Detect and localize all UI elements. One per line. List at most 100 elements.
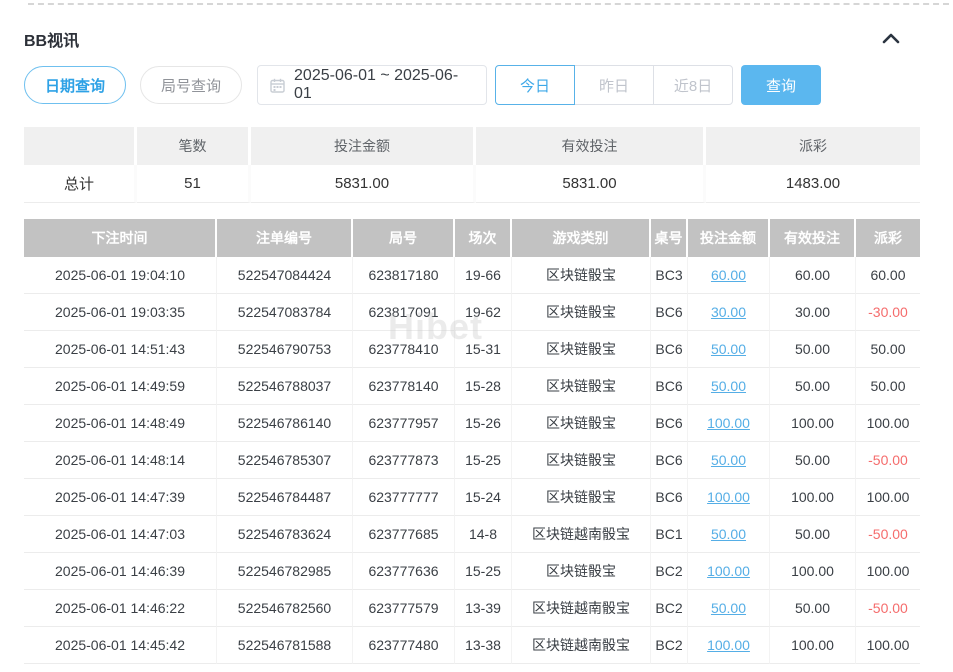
- table-number-cell: BC1: [651, 516, 688, 553]
- chevron-up-icon: [882, 32, 900, 47]
- date-range-input[interactable]: 2025-06-01 ~ 2025-06-01: [257, 65, 487, 105]
- table-number-cell: BC6: [651, 442, 688, 479]
- round-number-cell: 623777480: [353, 627, 455, 664]
- summary-header-blank: [24, 127, 137, 165]
- game-type-cell: 区块链骰宝: [512, 553, 651, 590]
- bet-time-cell: 2025-06-01 14:47:03: [24, 516, 217, 553]
- table-number-cell: BC6: [651, 368, 688, 405]
- table-row: 2025-06-01 19:04:10 522547084424 6238171…: [24, 257, 920, 294]
- bet-amount-link[interactable]: 50.00: [711, 378, 746, 394]
- game-type-cell: 区块链越南骰宝: [512, 590, 651, 627]
- game-type-cell: 区块链骰宝: [512, 368, 651, 405]
- bet-amount-link[interactable]: 50.00: [711, 526, 746, 542]
- summary-table: 笔数 投注金额 有效投注 派彩 总计 51 5831.00 5831.00 14…: [24, 127, 920, 203]
- quick-last8days-button[interactable]: 近8日: [653, 65, 733, 105]
- col-header-bet-time: 下注时间: [24, 219, 217, 257]
- bet-time-cell: 2025-06-01 19:03:35: [24, 294, 217, 331]
- quick-yesterday-button[interactable]: 昨日: [574, 65, 654, 105]
- summary-valid-bet: 5831.00: [476, 165, 706, 203]
- bet-amount-link[interactable]: 100.00: [707, 563, 750, 579]
- bet-amount-link[interactable]: 50.00: [711, 600, 746, 616]
- table-row: 2025-06-01 14:49:59 522546788037 6237781…: [24, 368, 920, 405]
- date-query-tab[interactable]: 日期查询: [24, 66, 126, 104]
- table-number-cell: BC6: [651, 479, 688, 516]
- payout-cell: -30.00: [856, 294, 920, 331]
- valid-bet-cell: 60.00: [770, 257, 856, 294]
- bet-time-cell: 2025-06-01 14:48:49: [24, 405, 217, 442]
- round-number-cell: 623778140: [353, 368, 455, 405]
- page-title: BB视讯: [24, 27, 79, 51]
- bet-id-cell: 522547084424: [217, 257, 353, 294]
- bet-id-cell: 522547083784: [217, 294, 353, 331]
- table-number-cell: BC2: [651, 590, 688, 627]
- summary-row: 总计 51 5831.00 5831.00 1483.00: [24, 165, 920, 203]
- valid-bet-cell: 50.00: [770, 590, 856, 627]
- bet-time-cell: 2025-06-01 14:51:43: [24, 331, 217, 368]
- quick-today-button[interactable]: 今日: [495, 65, 575, 105]
- session-cell: 15-25: [455, 553, 512, 590]
- bet-amount-link[interactable]: 100.00: [707, 415, 750, 431]
- filter-bar: 日期查询 局号查询 2025-06-01 ~ 2025-06-01 今日 昨日 …: [24, 65, 953, 105]
- col-header-round: 局号: [353, 219, 455, 257]
- bet-time-cell: 2025-06-01 14:46:39: [24, 553, 217, 590]
- game-type-cell: 区块链越南骰宝: [512, 516, 651, 553]
- valid-bet-cell: 100.00: [770, 627, 856, 664]
- table-row: 2025-06-01 14:46:22 522546782560 6237775…: [24, 590, 920, 627]
- bet-amount-cell: 60.00: [688, 257, 770, 294]
- game-type-cell: 区块链骰宝: [512, 257, 651, 294]
- bet-time-cell: 2025-06-01 14:49:59: [24, 368, 217, 405]
- table-row: 2025-06-01 14:47:39 522546784487 6237777…: [24, 479, 920, 516]
- bet-amount-cell: 50.00: [688, 331, 770, 368]
- date-range-value: 2025-06-01 ~ 2025-06-01: [294, 67, 474, 103]
- session-cell: 13-39: [455, 590, 512, 627]
- session-cell: 19-62: [455, 294, 512, 331]
- bet-amount-link[interactable]: 50.00: [711, 341, 746, 357]
- game-type-cell: 区块链骰宝: [512, 442, 651, 479]
- bet-id-cell: 522546782985: [217, 553, 353, 590]
- bet-time-cell: 2025-06-01 14:48:14: [24, 442, 217, 479]
- valid-bet-cell: 50.00: [770, 331, 856, 368]
- table-number-cell: BC2: [651, 627, 688, 664]
- round-number-cell: 623777873: [353, 442, 455, 479]
- round-number-cell: 623778410: [353, 331, 455, 368]
- bet-id-cell: 522546786140: [217, 405, 353, 442]
- bet-amount-link[interactable]: 60.00: [711, 267, 746, 283]
- col-header-bet-id: 注单编号: [217, 219, 353, 257]
- round-number-cell: 623817091: [353, 294, 455, 331]
- payout-cell: 100.00: [856, 553, 920, 590]
- game-type-cell: 区块链骰宝: [512, 479, 651, 516]
- bet-amount-link[interactable]: 30.00: [711, 304, 746, 320]
- bet-table-body: 2025-06-01 19:04:10 522547084424 6238171…: [24, 257, 920, 664]
- bet-amount-cell: 30.00: [688, 294, 770, 331]
- table-number-cell: BC2: [651, 553, 688, 590]
- bet-amount-link[interactable]: 100.00: [707, 489, 750, 505]
- round-query-tab[interactable]: 局号查询: [140, 66, 242, 104]
- col-header-bet-amount: 投注金额: [688, 219, 770, 257]
- summary-bet-amount: 5831.00: [251, 165, 476, 203]
- session-cell: 19-66: [455, 257, 512, 294]
- bet-amount-cell: 50.00: [688, 442, 770, 479]
- valid-bet-cell: 100.00: [770, 405, 856, 442]
- bet-time-cell: 2025-06-01 14:47:39: [24, 479, 217, 516]
- bet-amount-link[interactable]: 50.00: [711, 452, 746, 468]
- summary-payout: 1483.00: [706, 165, 920, 203]
- section-header: BB视讯: [24, 27, 920, 51]
- query-button[interactable]: 查询: [741, 65, 821, 105]
- table-number-cell: BC6: [651, 294, 688, 331]
- valid-bet-cell: 50.00: [770, 368, 856, 405]
- payout-cell: -50.00: [856, 590, 920, 627]
- valid-bet-cell: 30.00: [770, 294, 856, 331]
- session-cell: 15-24: [455, 479, 512, 516]
- bet-id-cell: 522546782560: [217, 590, 353, 627]
- bb-video-section: BB视讯 日期查询 局号查询 2025-06-01 ~ 2025-06-01 今…: [0, 3, 953, 672]
- col-header-valid-bet: 有效投注: [770, 219, 856, 257]
- payout-cell: 60.00: [856, 257, 920, 294]
- bet-amount-link[interactable]: 100.00: [707, 637, 750, 653]
- session-cell: 15-31: [455, 331, 512, 368]
- summary-header-payout: 派彩: [706, 127, 920, 165]
- bet-amount-cell: 100.00: [688, 553, 770, 590]
- bet-time-cell: 2025-06-01 14:45:42: [24, 627, 217, 664]
- session-cell: 14-8: [455, 516, 512, 553]
- collapse-button[interactable]: [878, 28, 904, 51]
- game-type-cell: 区块链骰宝: [512, 405, 651, 442]
